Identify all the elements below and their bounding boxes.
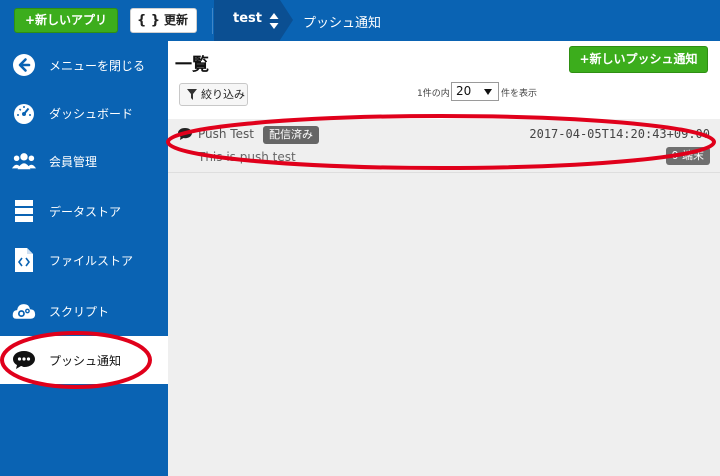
per-page-value: 20 <box>456 84 472 98</box>
sidebar-item-label: ダッシュボード <box>49 107 134 121</box>
app-name: test <box>233 11 262 26</box>
sidebar-item-datastore[interactable]: データストア <box>0 187 168 235</box>
new-push-button[interactable]: +新しいプッシュ通知 <box>569 46 708 73</box>
sidebar-item-label: データストア <box>49 205 122 219</box>
device-count-badge: 0 端末 <box>665 147 710 165</box>
funnel-icon <box>187 89 197 100</box>
breadcrumb: プッシュ通知 <box>303 16 382 31</box>
per-page-select[interactable]: 20 <box>451 82 499 101</box>
push-message: This is push test <box>198 150 296 164</box>
filter-label: 絞り込み <box>201 88 245 101</box>
users-icon <box>12 149 36 173</box>
list-item[interactable]: Push Test 配信済み 2017-04-05T14:20:43+09:00… <box>168 122 720 173</box>
sidebar-item-members[interactable]: 会員管理 <box>0 137 168 185</box>
gauge-icon <box>12 101 36 125</box>
refresh-label: 更新 <box>164 13 189 27</box>
status-badge: 配信済み <box>263 126 319 144</box>
code-file-icon <box>12 248 36 272</box>
app-switcher[interactable]: test <box>214 0 293 41</box>
timestamp: 2017-04-05T14:20:43+09:00 <box>529 127 710 141</box>
new-app-button[interactable]: +新しいアプリ <box>14 8 118 33</box>
filter-button[interactable]: 絞り込み <box>179 83 248 106</box>
sidebar-item-dashboard[interactable]: ダッシュボード <box>0 89 168 137</box>
top-bar: +新しいアプリ { } 更新 test プッシュ通知 <box>0 0 720 41</box>
database-icon <box>12 199 36 223</box>
sort-updown-icon <box>269 13 279 29</box>
sidebar-item-label: スクリプト <box>49 305 110 319</box>
sidebar-item-label: 会員管理 <box>49 155 98 169</box>
sidebar-item-label: メニューを閉じる <box>49 59 146 73</box>
chat-bubble-icon <box>178 128 192 140</box>
sidebar-item-filestore[interactable]: ファイルストア <box>0 236 168 284</box>
cloud-gear-icon <box>12 299 36 323</box>
sidebar-item-close-menu[interactable]: メニューを閉じる <box>0 41 168 89</box>
sidebar-item-label: ファイルストア <box>49 254 134 268</box>
list-header: 一覧 +新しいプッシュ通知 絞り込み 1件の内 20 件を表示 <box>168 41 720 119</box>
sidebar: メニューを閉じる ダッシュボード 会員管理 データストア ファイルストア スクリ… <box>0 41 168 476</box>
sidebar-item-label: プッシュ通知 <box>49 354 122 368</box>
topbar-divider <box>212 8 213 34</box>
app-window: +新しいアプリ { } 更新 test プッシュ通知 メニューを閉じる ダッシュボ… <box>0 0 720 476</box>
chevron-down-icon <box>484 89 492 95</box>
push-title: Push Test <box>198 127 254 141</box>
sidebar-item-script[interactable]: スクリプト <box>0 287 168 335</box>
pager-prefix: 1件の内 <box>417 89 450 99</box>
chat-bubble-icon <box>12 348 36 372</box>
sidebar-item-push[interactable]: プッシュ通知 <box>0 336 168 384</box>
refresh-button[interactable]: { } 更新 <box>130 8 197 33</box>
page-title: 一覧 <box>175 55 209 75</box>
refresh-icon: { } <box>137 13 161 28</box>
main-content: 一覧 +新しいプッシュ通知 絞り込み 1件の内 20 件を表示 Push Tes… <box>168 41 720 476</box>
arrow-left-circle-icon <box>12 53 36 77</box>
pager-suffix: 件を表示 <box>501 89 538 99</box>
